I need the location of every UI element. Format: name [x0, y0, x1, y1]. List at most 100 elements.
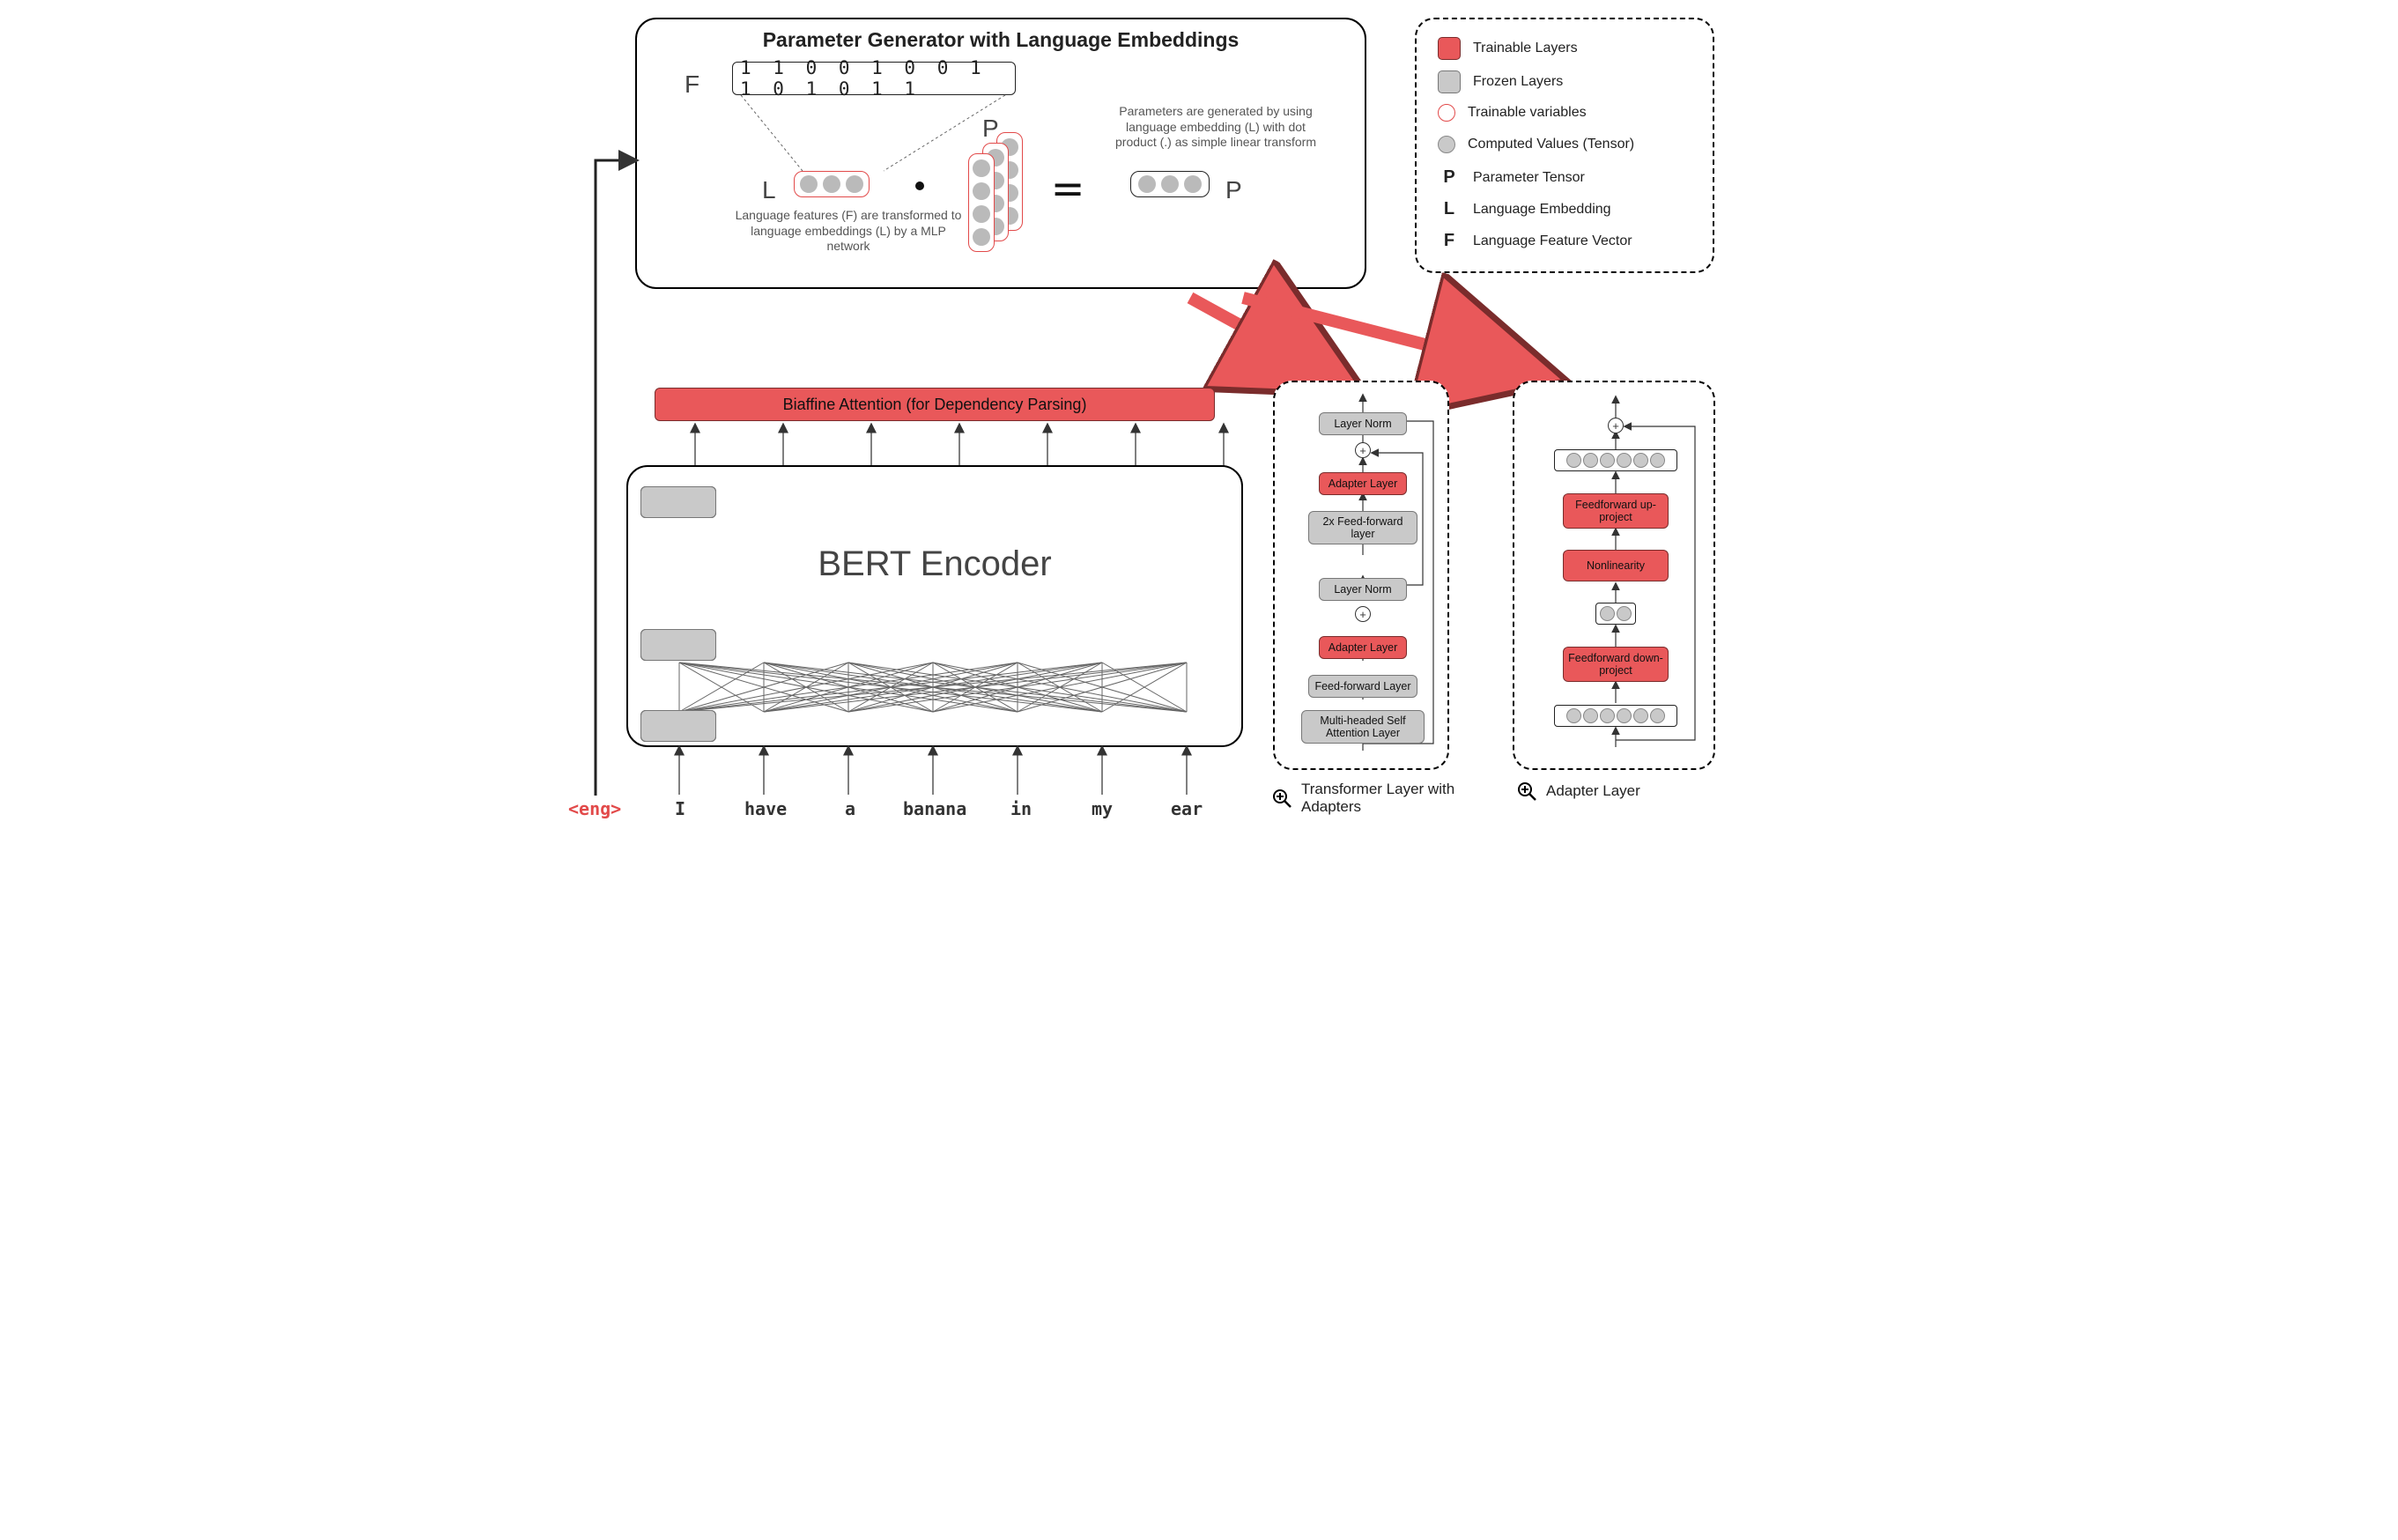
zoom-in-icon	[1271, 788, 1292, 809]
dot-product-icon	[915, 181, 924, 190]
nonlinearity-block: Nonlinearity	[1563, 550, 1669, 581]
legend-sym-P: P	[1438, 167, 1461, 188]
language-embedding-pill	[794, 171, 870, 197]
zoom-label-adapter: Adapter Layer	[1516, 781, 1640, 802]
residual-add-icon: +	[1608, 418, 1624, 433]
adapter-block-bottom: Adapter Layer	[1319, 636, 1407, 659]
equals-icon: =	[1053, 171, 1079, 208]
legend-trainable-layers: Trainable Layers	[1438, 37, 1578, 60]
token: a	[845, 798, 855, 819]
tensor-dot-icon	[1600, 606, 1615, 621]
layernorm-block-top: Layer Norm	[1319, 412, 1407, 435]
adapter-block-top: Adapter Layer	[1319, 472, 1407, 495]
residual-add-icon: +	[1355, 606, 1371, 622]
ff-up-project-block: Feedforward up-project	[1563, 493, 1669, 529]
swatch-red	[1438, 37, 1461, 60]
label-L: L	[762, 176, 776, 204]
result-param-pill	[1130, 171, 1210, 197]
encoder-cell	[640, 710, 716, 742]
dot-icon	[1184, 175, 1202, 193]
tensor-dot-icon	[1600, 708, 1615, 723]
dot-icon	[973, 205, 990, 223]
dot-icon	[973, 228, 990, 246]
token: ear	[1171, 798, 1203, 819]
legend-text: Trainable Layers	[1473, 41, 1578, 56]
residual-add-icon: +	[1355, 442, 1371, 458]
legend-text: Frozen Layers	[1473, 74, 1563, 90]
legend-text: Parameter Tensor	[1473, 170, 1585, 186]
diagram-canvas: Parameter Generator with Language Embedd…	[556, 18, 1842, 850]
zoom-in-icon	[1516, 781, 1537, 802]
legend-P: P Parameter Tensor	[1438, 167, 1585, 188]
mhsa-block: Multi-headed Self Attention Layer	[1301, 710, 1425, 744]
legend-panel: Trainable Layers Frozen Layers Trainable…	[1415, 18, 1714, 273]
zoom-label-text: Transformer Layer with Adapters	[1301, 781, 1460, 816]
dot-icon	[973, 159, 990, 177]
legend-sym-L: L	[1438, 199, 1461, 219]
token: I	[675, 798, 685, 819]
output-tensor-row	[1554, 449, 1677, 471]
param-generator-title: Parameter Generator with Language Embedd…	[637, 28, 1365, 52]
transformer-layer-panel: Layer Norm + Adapter Layer 2x Feed-forwa…	[1273, 381, 1449, 770]
tensor-dot-icon	[1583, 453, 1598, 468]
bert-encoder-title: BERT Encoder	[628, 544, 1241, 584]
label-P-right: P	[1225, 176, 1242, 204]
feature-bits: 1 1 0 0 1 0 0 1 1 0 1 0 1 1	[740, 57, 1008, 100]
bert-encoder-panel: BERT Encoder	[626, 465, 1243, 747]
dot-icon	[1161, 175, 1179, 193]
ff2x-block: 2x Feed-forward layer	[1308, 511, 1417, 544]
tensor-dot-icon	[1633, 708, 1648, 723]
tensor-dot-icon	[1617, 453, 1632, 468]
tensor-dot-icon	[1566, 708, 1581, 723]
legend-computed-values: Computed Values (Tensor)	[1438, 136, 1634, 153]
biaffine-attention-block: Biaffine Attention (for Dependency Parsi…	[655, 388, 1215, 421]
dot-icon	[973, 182, 990, 200]
biaffine-label: Biaffine Attention (for Dependency Parsi…	[783, 396, 1087, 414]
token: have	[744, 798, 787, 819]
legend-text: Language Embedding	[1473, 202, 1611, 218]
dot-icon	[823, 175, 840, 193]
token: in	[1010, 798, 1032, 819]
input-tensor-row	[1554, 705, 1677, 727]
legend-text: Computed Values (Tensor)	[1468, 137, 1634, 152]
adapter-layer-panel: + Feedforward up-project Nonlinearity Fe…	[1513, 381, 1715, 770]
tensor-dot-icon	[1566, 453, 1581, 468]
bottleneck-tensor-row	[1595, 603, 1636, 625]
tensor-dot-icon	[1650, 453, 1665, 468]
legend-sym-F: F	[1438, 231, 1461, 251]
tensor-dot-icon	[1600, 453, 1615, 468]
dot-icon	[846, 175, 863, 193]
swatch-gray	[1438, 70, 1461, 93]
legend-text: Trainable variables	[1468, 105, 1587, 121]
ff-down-project-block: Feedforward down-project	[1563, 647, 1669, 682]
feedforward-block: Feed-forward Layer	[1308, 675, 1417, 698]
tensor-dot-icon	[1617, 708, 1632, 723]
encoder-cell	[640, 629, 716, 661]
caption-P: Parameters are generated by using langua…	[1104, 104, 1328, 151]
token: banana	[903, 798, 966, 819]
dot-icon	[800, 175, 818, 193]
token-eng: <eng>	[568, 798, 621, 819]
tensor-dot-icon	[1617, 606, 1632, 621]
legend-frozen-layers: Frozen Layers	[1438, 70, 1563, 93]
token-arrows	[626, 742, 1314, 812]
tensor-dot-icon	[1633, 453, 1648, 468]
tensor-dot-icon	[1583, 708, 1598, 723]
param-tensor-pill	[968, 153, 995, 252]
legend-text: Language Feature Vector	[1473, 233, 1632, 249]
layernorm-block-bottom: Layer Norm	[1319, 578, 1407, 601]
zoom-label-transformer: Transformer Layer with Adapters	[1271, 781, 1474, 816]
encoder-cell	[640, 486, 716, 518]
feature-bits-box: 1 1 0 0 1 0 0 1 1 0 1 0 1 1	[732, 62, 1016, 95]
dot-icon	[1138, 175, 1156, 193]
swatch-circle-red	[1438, 104, 1455, 122]
tensor-dot-icon	[1650, 708, 1665, 723]
legend-L: L Language Embedding	[1438, 199, 1611, 219]
token: my	[1092, 798, 1113, 819]
swatch-circle-gray	[1438, 136, 1455, 153]
legend-trainable-vars: Trainable variables	[1438, 104, 1587, 122]
param-generator-panel: Parameter Generator with Language Embedd…	[635, 18, 1366, 289]
label-F: F	[685, 70, 699, 99]
legend-F: F Language Feature Vector	[1438, 231, 1632, 251]
zoom-label-text: Adapter Layer	[1546, 782, 1640, 800]
